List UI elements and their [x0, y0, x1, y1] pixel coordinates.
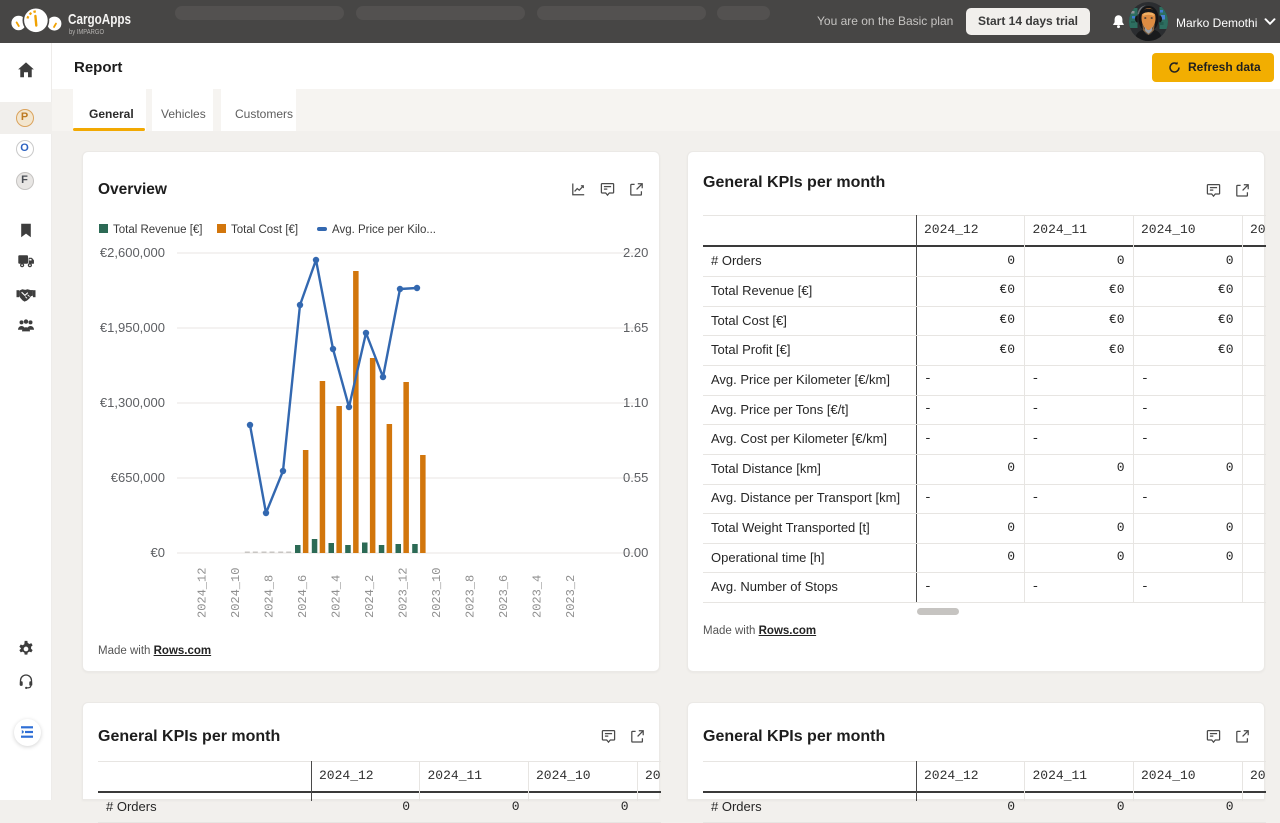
- svg-text:2023_4: 2023_4: [531, 575, 545, 618]
- svg-text:2023_12: 2023_12: [397, 568, 411, 618]
- svg-text:1.10: 1.10: [623, 395, 648, 410]
- svg-text:2024_10: 2024_10: [229, 568, 243, 618]
- svg-text:2023_8: 2023_8: [464, 575, 478, 618]
- svg-text:2023_6: 2023_6: [497, 575, 511, 618]
- svg-text:0.00: 0.00: [623, 545, 648, 560]
- svg-text:2024_8: 2024_8: [263, 575, 277, 618]
- svg-text:€0: €0: [151, 545, 165, 560]
- svg-text:2024_6: 2024_6: [296, 575, 310, 618]
- svg-text:2024_12: 2024_12: [196, 568, 210, 618]
- svg-text:2024_2: 2024_2: [363, 575, 377, 618]
- svg-text:2023_10: 2023_10: [430, 568, 444, 618]
- svg-text:0.55: 0.55: [623, 470, 648, 485]
- svg-text:2024_4: 2024_4: [330, 575, 344, 618]
- svg-text:2.20: 2.20: [623, 245, 648, 260]
- svg-text:€1,950,000: €1,950,000: [100, 320, 165, 335]
- svg-text:€650,000: €650,000: [111, 470, 165, 485]
- svg-text:1.65: 1.65: [623, 320, 648, 335]
- svg-text:€1,300,000: €1,300,000: [100, 395, 165, 410]
- svg-text:2023_2: 2023_2: [564, 575, 578, 618]
- svg-text:€2,600,000: €2,600,000: [100, 245, 165, 260]
